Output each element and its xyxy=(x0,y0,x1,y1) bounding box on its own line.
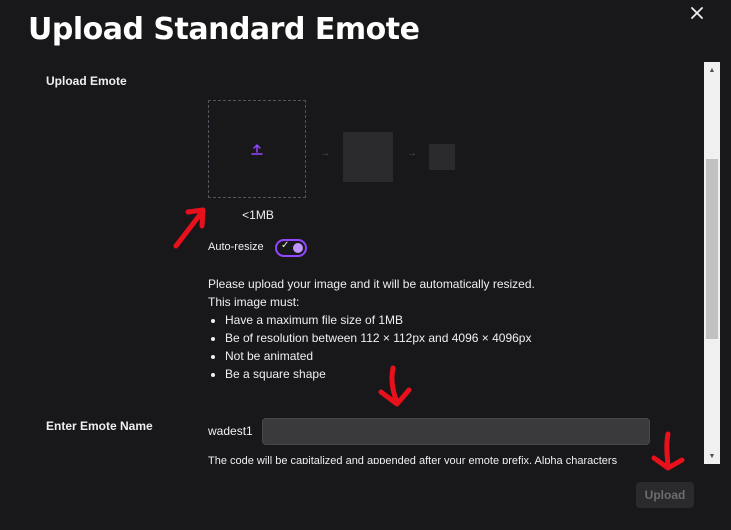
preview-small xyxy=(429,144,455,170)
arrow-right-icon: → xyxy=(320,148,330,159)
emote-prefix: wadest1 xyxy=(208,424,253,438)
close-button[interactable] xyxy=(685,1,709,25)
requirement-item: Be of resolution between 112 × 112px and… xyxy=(225,329,535,347)
vertical-scrollbar[interactable]: ▲ ▼ xyxy=(704,62,720,464)
scroll-up-arrow-icon[interactable]: ▲ xyxy=(704,62,720,78)
upload-emote-modal: Upload Standard Emote Upload Emote → → <… xyxy=(0,0,731,530)
emote-name-input[interactable] xyxy=(262,418,650,445)
close-icon xyxy=(691,7,703,19)
upload-emote-label: Upload Emote xyxy=(46,74,127,88)
scrollbar-thumb[interactable] xyxy=(706,159,718,339)
requirement-item: Not be animated xyxy=(225,347,535,365)
image-drop-zone[interactable] xyxy=(208,100,306,198)
toggle-knob xyxy=(293,243,303,253)
size-limit-text: <1MB xyxy=(242,208,274,222)
emote-name-label: Enter Emote Name xyxy=(46,419,153,433)
upload-instructions: Please upload your image and it will be … xyxy=(208,275,535,383)
auto-resize-label: Auto-resize xyxy=(208,241,264,253)
auto-resize-toggle[interactable]: ✓ xyxy=(275,239,307,257)
emote-name-help-text: The code will be capitalized and appende… xyxy=(208,455,618,464)
upload-arrow-icon xyxy=(251,143,263,155)
preview-medium xyxy=(343,132,393,182)
scroll-down-arrow-icon[interactable]: ▼ xyxy=(704,448,720,464)
instructions-intro: Please upload your image and it will be … xyxy=(208,277,535,291)
requirement-item: Be a square shape xyxy=(225,365,535,383)
instructions-must-heading: This image must: xyxy=(208,295,300,309)
requirements-list: Have a maximum file size of 1MB Be of re… xyxy=(208,311,535,383)
checkmark-icon: ✓ xyxy=(281,240,290,251)
requirement-item: Have a maximum file size of 1MB xyxy=(225,311,535,329)
modal-content: Upload Emote → → <1MB Auto-resize ✓ Plea… xyxy=(0,62,704,464)
upload-button[interactable]: Upload xyxy=(636,482,694,508)
modal-title: Upload Standard Emote xyxy=(28,12,420,47)
arrow-right-icon: → xyxy=(407,148,417,159)
